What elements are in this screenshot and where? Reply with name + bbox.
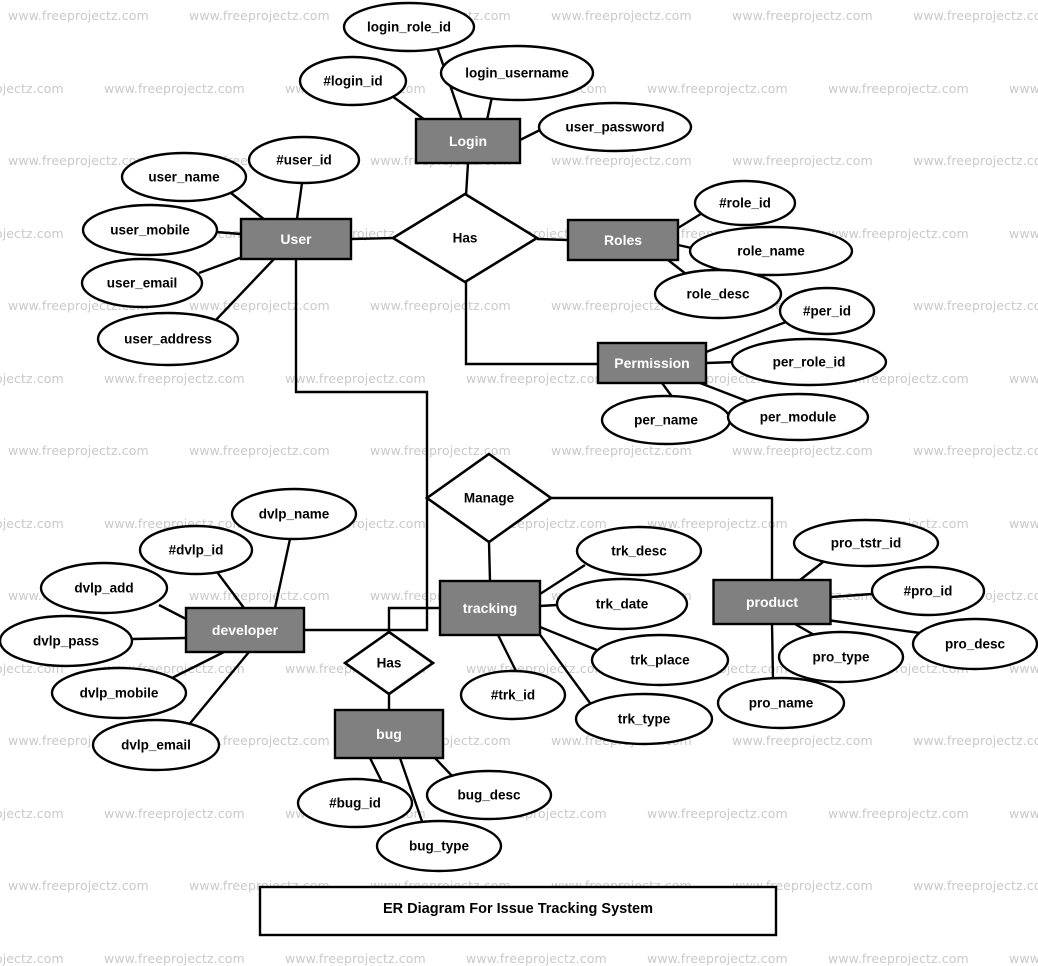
attribute-ellipse-login_id[interactable] bbox=[298, 55, 408, 107]
attribute-ellipse-dvlp_mobile[interactable] bbox=[50, 666, 188, 720]
attribute-ellipse-user_password[interactable] bbox=[537, 101, 693, 153]
watermark-text: www.freeprojectz.com bbox=[285, 950, 426, 966]
relationship-diamond-has_track_bug[interactable] bbox=[342, 630, 436, 696]
edge-user-user_id bbox=[295, 182, 304, 220]
watermark-text: www.freeprojectz.com bbox=[1009, 950, 1038, 966]
watermark-text: www.freeprojectz.com bbox=[647, 950, 788, 966]
attribute-ellipse-trk_date[interactable] bbox=[555, 577, 689, 631]
edge-login-login_username bbox=[485, 96, 494, 121]
edge-developer-dvlp_email bbox=[186, 651, 250, 728]
edge-product-pro_tstr_id bbox=[799, 561, 824, 581]
edge-developer-dvlp_name bbox=[273, 538, 292, 609]
watermark-text: www.freeprojectz.com bbox=[466, 950, 607, 966]
entity-rect-bug[interactable] bbox=[333, 708, 445, 760]
entity-rect-tracking[interactable] bbox=[438, 579, 542, 637]
attribute-ellipse-bug_type[interactable] bbox=[375, 819, 503, 873]
edge-login-user_password bbox=[519, 128, 541, 142]
edge-user-has bbox=[350, 236, 395, 241]
watermark-text: www.freeprojectz.com bbox=[104, 950, 245, 966]
edge-user-user_address bbox=[213, 258, 275, 323]
attribute-ellipse-pro_name[interactable] bbox=[716, 676, 846, 730]
relationship-diamond-has_user_roles[interactable] bbox=[390, 192, 540, 284]
attribute-ellipse-dvlp_pass[interactable] bbox=[0, 614, 134, 668]
attribute-ellipse-trk_type[interactable] bbox=[574, 692, 714, 746]
edge-user-user_mobile bbox=[215, 230, 242, 236]
attribute-ellipse-trk_desc[interactable] bbox=[575, 525, 703, 577]
edge-tracking-trk_id bbox=[496, 634, 518, 672]
diagram-shapes-layer bbox=[0, 1, 1038, 937]
edge-developer-dvlp_mobile bbox=[171, 650, 225, 680]
attribute-ellipse-user_id[interactable] bbox=[247, 135, 361, 185]
edge-tracking-trk_date bbox=[539, 603, 558, 608]
attribute-ellipse-pro_id[interactable] bbox=[870, 565, 986, 617]
attribute-ellipse-user_email[interactable] bbox=[80, 257, 204, 309]
attribute-ellipse-role_id[interactable] bbox=[693, 179, 797, 227]
attribute-ellipse-user_mobile[interactable] bbox=[81, 203, 219, 257]
edge-permission-per_module bbox=[699, 381, 753, 405]
relationship-diamond-manage[interactable] bbox=[424, 452, 554, 544]
edge-developer-dvlp_pass bbox=[131, 636, 187, 641]
attribute-ellipse-user_name[interactable] bbox=[120, 151, 248, 203]
edge-login-has bbox=[464, 162, 470, 197]
edge-product-pro_name bbox=[770, 623, 775, 681]
edge-user-manage bbox=[294, 259, 429, 498]
attribute-ellipse-dvlp_name[interactable] bbox=[230, 487, 358, 541]
attribute-ellipse-user_address[interactable] bbox=[96, 311, 240, 367]
entity-rect-roles[interactable] bbox=[566, 218, 680, 262]
attribute-ellipse-bug_desc[interactable] bbox=[425, 769, 553, 821]
attribute-ellipse-per_role_id[interactable] bbox=[730, 337, 888, 387]
attribute-ellipse-bug_id[interactable] bbox=[296, 777, 414, 829]
edge-manage-tracking bbox=[487, 541, 492, 582]
attribute-ellipse-pro_type[interactable] bbox=[777, 630, 905, 684]
attribute-ellipse-role_desc[interactable] bbox=[653, 268, 783, 320]
attribute-ellipse-dvlp_add[interactable] bbox=[39, 561, 169, 615]
attribute-ellipse-trk_id[interactable] bbox=[459, 669, 567, 721]
edge-has-roles bbox=[536, 237, 569, 242]
attribute-ellipse-pro_desc[interactable] bbox=[911, 617, 1038, 671]
attribute-ellipse-dvlp_id[interactable] bbox=[138, 524, 254, 576]
title-box bbox=[258, 885, 778, 937]
er-diagram-canvas: www.freeprojectz.com www.freeprojectz.com… bbox=[0, 0, 1038, 966]
entity-rect-developer[interactable] bbox=[184, 606, 306, 654]
entity-rect-permission[interactable] bbox=[596, 341, 708, 385]
attribute-ellipse-pro_tstr_id[interactable] bbox=[792, 518, 940, 568]
attribute-ellipse-trk_place[interactable] bbox=[590, 633, 730, 687]
attribute-ellipse-per_name[interactable] bbox=[600, 394, 732, 446]
attribute-ellipse-role_name[interactable] bbox=[688, 225, 854, 277]
edge-user-user_name bbox=[230, 192, 266, 221]
edge-developer-dvlp_add bbox=[158, 603, 187, 621]
attribute-ellipse-per_module[interactable] bbox=[726, 392, 870, 442]
edge-login-login_id bbox=[391, 95, 426, 121]
entity-rect-login[interactable] bbox=[414, 117, 522, 165]
edge-has-permission bbox=[464, 282, 598, 366]
edge-product-pro_id bbox=[830, 592, 873, 599]
edge-developer-dvlp_id bbox=[216, 571, 245, 609]
entity-rect-product[interactable] bbox=[712, 578, 832, 626]
edge-tracking-has2 bbox=[387, 606, 440, 632]
attribute-ellipse-login_role_id[interactable] bbox=[342, 1, 476, 53]
attribute-ellipse-login_username[interactable] bbox=[439, 44, 595, 102]
watermark-text: www.freeprojectz.com bbox=[0, 950, 64, 966]
title-box-rect bbox=[258, 885, 778, 937]
watermark-text: www.freeprojectz.com bbox=[828, 950, 969, 966]
edge-roles-role_id bbox=[677, 210, 705, 230]
attribute-ellipse-per_id[interactable] bbox=[778, 286, 876, 336]
entity-rect-user[interactable] bbox=[239, 217, 353, 261]
attribute-ellipse-dvlp_email[interactable] bbox=[91, 718, 221, 772]
